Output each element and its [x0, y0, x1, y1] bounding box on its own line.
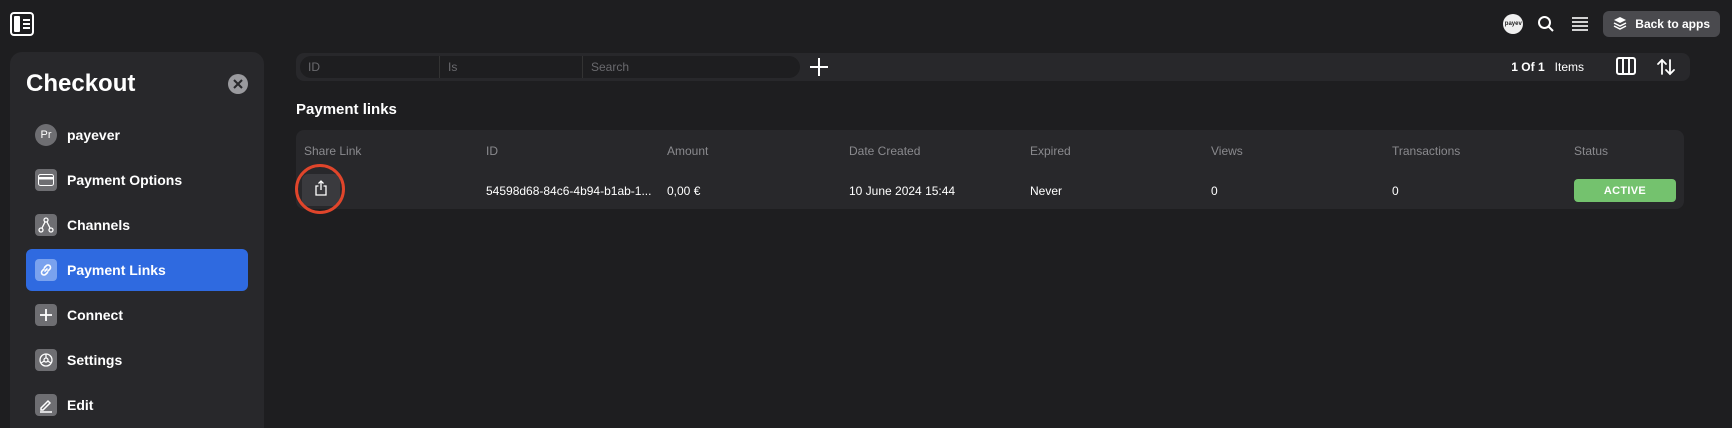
column-header-expired[interactable]: Expired	[1030, 144, 1071, 158]
back-to-apps-label: Back to apps	[1635, 17, 1710, 31]
column-header-date-created[interactable]: Date Created	[849, 144, 920, 158]
cell-id: 54598d68-84c6-4b94-b1ab-1...	[486, 184, 652, 198]
back-to-apps-button[interactable]: Back to apps	[1603, 11, 1720, 37]
profile-avatar[interactable]: payev	[1503, 14, 1524, 34]
sidebar-item-payment-links[interactable]: Payment Links	[26, 249, 248, 291]
settings-icon	[35, 349, 57, 371]
cell-expired: Never	[1030, 184, 1063, 198]
sidebar-item-channels[interactable]: Channels	[26, 204, 248, 246]
cell-transactions: 0	[1392, 184, 1399, 198]
items-label: Items	[1554, 60, 1584, 74]
sidebar-item-settings[interactable]: Settings	[26, 339, 248, 381]
close-icon[interactable]	[228, 74, 248, 94]
menu-icon[interactable]	[1569, 13, 1591, 35]
link-icon	[35, 259, 57, 281]
top-bar: payev Back to apps	[0, 0, 1732, 48]
layers-icon	[1613, 16, 1627, 33]
sidebar-item-edit[interactable]: Edit	[26, 384, 248, 426]
sidebar-item-label: payever	[67, 127, 120, 143]
sidebar-item-payment-options[interactable]: Payment Options	[26, 159, 248, 201]
sidebar-toggle-icon[interactable]	[10, 12, 34, 36]
avatar: Pr	[35, 124, 57, 146]
column-header-transactions[interactable]: Transactions	[1392, 144, 1460, 158]
columns-icon[interactable]	[1616, 57, 1636, 75]
status-badge: ACTIVE	[1574, 179, 1676, 202]
filter-group: ID Is Search	[300, 56, 800, 78]
filter-bar: ID Is Search 1 Of 1 Items	[296, 53, 1690, 81]
share-link-button[interactable]	[302, 174, 340, 206]
payment-links-table: Share Link ID Amount Date Created Expire…	[295, 130, 1684, 214]
add-filter-icon[interactable]	[810, 58, 828, 76]
pagination-info: 1 Of 1 Items	[1511, 60, 1584, 74]
cell-amount: 0,00 €	[667, 184, 701, 198]
column-header-amount[interactable]: Amount	[667, 144, 708, 158]
cell-views: 0	[1211, 184, 1218, 198]
plus-icon	[35, 304, 57, 326]
sidebar-item-label: Payment Options	[67, 172, 183, 188]
sidebar-title: Checkout	[26, 70, 136, 97]
column-header-views[interactable]: Views	[1211, 144, 1243, 158]
search-icon[interactable]	[1535, 13, 1557, 35]
sidebar-item-connect[interactable]: Connect	[26, 294, 248, 336]
sidebar-item-label: Edit	[67, 397, 94, 413]
share-icon	[314, 179, 328, 201]
edit-icon	[35, 394, 57, 416]
sidebar-item-label: Connect	[67, 307, 123, 323]
filter-field-select[interactable]: ID	[300, 56, 440, 78]
page-title: Payment links	[296, 101, 397, 118]
card-icon	[35, 169, 57, 191]
sidebar-item-payever[interactable]: Pr payever	[26, 114, 248, 156]
column-header-share-link[interactable]: Share Link	[304, 144, 361, 158]
filter-condition-select[interactable]: Is	[440, 56, 583, 78]
column-header-id[interactable]: ID	[486, 144, 498, 158]
column-header-status[interactable]: Status	[1574, 144, 1608, 158]
sidebar-item-label: Payment Links	[67, 262, 166, 278]
sidebar-item-label: Settings	[67, 352, 123, 368]
top-right-actions: payev Back to apps	[1503, 11, 1720, 37]
page-count: 1 Of 1	[1511, 60, 1545, 74]
search-input[interactable]: Search	[583, 56, 800, 78]
sidebar-item-label: Channels	[67, 217, 131, 233]
cell-date-created: 10 June 2024 15:44	[849, 184, 956, 198]
sidebar: Checkout Pr payever Payment Options Chan…	[10, 52, 264, 428]
sort-icon[interactable]	[1656, 57, 1676, 77]
channels-icon	[35, 214, 57, 236]
sidebar-nav: Pr payever Payment Options Channels Paym…	[26, 114, 248, 428]
